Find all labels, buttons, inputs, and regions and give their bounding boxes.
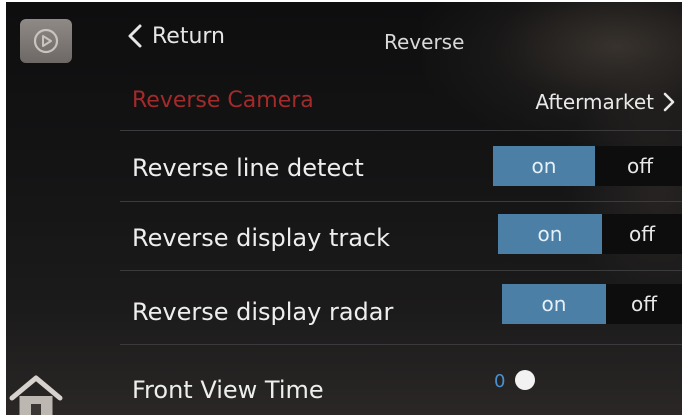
divider bbox=[120, 201, 682, 202]
reverse-camera-row[interactable]: Reverse Camera Aftermarket bbox=[120, 84, 682, 120]
reverse-display-track-label: Reverse display track bbox=[132, 224, 391, 252]
reverse-camera-label: Reverse Camera bbox=[132, 88, 314, 113]
reverse-display-radar-off[interactable]: off bbox=[606, 284, 682, 324]
slider-track[interactable] bbox=[515, 370, 675, 390]
front-view-time-value: 0 bbox=[494, 370, 506, 392]
reverse-line-detect-off[interactable]: off bbox=[595, 146, 682, 186]
front-view-time-label: Front View Time bbox=[132, 376, 324, 404]
page-title: Reverse bbox=[384, 30, 465, 54]
slider-thumb[interactable] bbox=[515, 370, 536, 390]
reverse-camera-value-text: Aftermarket bbox=[535, 90, 654, 114]
play-circle-icon[interactable] bbox=[20, 19, 72, 63]
reverse-display-radar-toggle[interactable]: on off bbox=[502, 284, 682, 324]
reverse-line-detect-label: Reverse line detect bbox=[132, 154, 364, 182]
home-icon[interactable] bbox=[6, 368, 66, 415]
screen-glare bbox=[422, 2, 682, 142]
reverse-line-detect-on[interactable]: on bbox=[493, 146, 595, 186]
reverse-display-track-toggle[interactable]: on off bbox=[498, 214, 682, 254]
return-label: Return bbox=[152, 23, 226, 49]
reverse-display-radar-label: Reverse display radar bbox=[132, 298, 394, 326]
chevron-right-icon bbox=[662, 90, 676, 114]
reverse-display-track-on[interactable]: on bbox=[498, 214, 602, 254]
reverse-display-radar-on[interactable]: on bbox=[502, 284, 606, 324]
divider bbox=[120, 270, 682, 271]
reverse-settings-screen: Return Reverse Reverse Camera Aftermarke… bbox=[6, 2, 682, 415]
reverse-display-track-off[interactable]: off bbox=[602, 214, 682, 254]
divider bbox=[120, 130, 682, 131]
reverse-line-detect-toggle[interactable]: on off bbox=[493, 146, 682, 186]
divider bbox=[120, 344, 682, 345]
front-view-time-slider[interactable]: 0 bbox=[494, 370, 675, 392]
return-button[interactable]: Return bbox=[124, 18, 225, 54]
chevron-left-icon bbox=[124, 21, 146, 51]
reverse-camera-value[interactable]: Aftermarket bbox=[535, 90, 676, 114]
